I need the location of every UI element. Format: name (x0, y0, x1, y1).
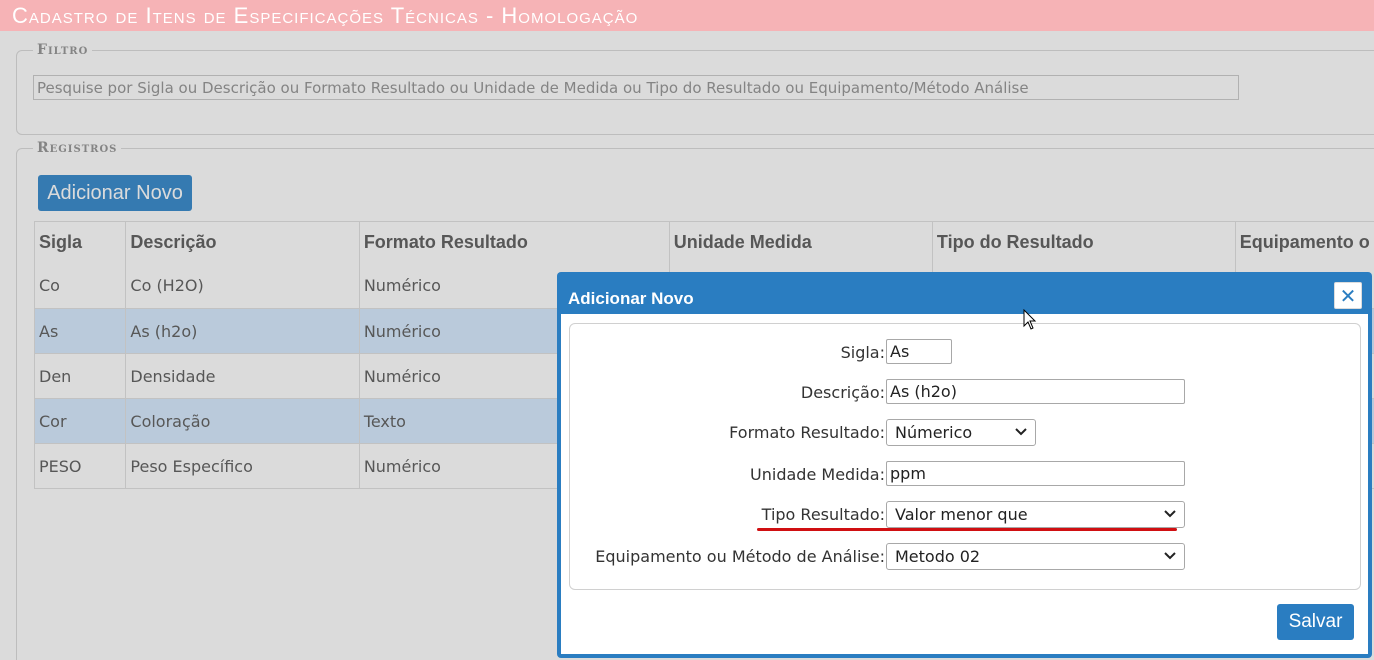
form-row-equipamento: Equipamento ou Método de Análise: Metodo… (570, 543, 1362, 570)
mouse-cursor-icon (1023, 309, 1037, 330)
dialog-body: Sigla: Descrição: Formato Resultado: Núm… (561, 314, 1368, 654)
form-row-descricao: Descrição: (570, 379, 1362, 405)
close-icon: ✕ (1339, 283, 1357, 308)
equipamento-selected-value: Metodo 02 (895, 547, 981, 566)
chevron-down-icon (1164, 552, 1176, 560)
tipo-select[interactable]: Valor menor que (886, 501, 1185, 528)
dialog-titlebar[interactable]: Adicionar Novo ✕ (561, 276, 1368, 314)
sigla-label: Sigla: (840, 343, 885, 362)
equipamento-label: Equipamento ou Método de Análise: (595, 547, 885, 566)
formato-label: Formato Resultado: (729, 423, 885, 442)
page-title: Cadastro de Itens de Especificações Técn… (0, 0, 1374, 31)
chevron-down-icon (1015, 428, 1027, 436)
sigla-input[interactable] (886, 339, 952, 364)
descricao-input[interactable] (886, 379, 1185, 404)
save-button[interactable]: Salvar (1277, 604, 1354, 640)
formato-selected-value: Númerico (895, 423, 973, 442)
formato-select[interactable]: Númerico (886, 419, 1036, 446)
unidade-input[interactable] (886, 461, 1185, 486)
add-new-dialog: Adicionar Novo ✕ Sigla: Descrição: Forma… (557, 272, 1372, 658)
tipo-label: Tipo Resultado: (761, 505, 885, 524)
annotation-underline (757, 528, 1177, 531)
descricao-label: Descrição: (800, 383, 885, 402)
form-row-tipo: Tipo Resultado: Valor menor que (570, 501, 1362, 531)
chevron-down-icon (1164, 510, 1176, 518)
equipamento-select[interactable]: Metodo 02 (886, 543, 1185, 570)
unidade-label: Unidade Medida: (750, 465, 885, 484)
tipo-selected-value: Valor menor que (895, 505, 1028, 524)
dialog-title: Adicionar Novo (568, 289, 694, 308)
form-row-unidade: Unidade Medida: (570, 461, 1362, 487)
form-row-formato: Formato Resultado: Númerico (570, 419, 1362, 446)
form-panel: Sigla: Descrição: Formato Resultado: Núm… (569, 323, 1361, 590)
close-dialog-button[interactable]: ✕ (1334, 282, 1362, 309)
form-row-sigla: Sigla: (570, 339, 1362, 365)
